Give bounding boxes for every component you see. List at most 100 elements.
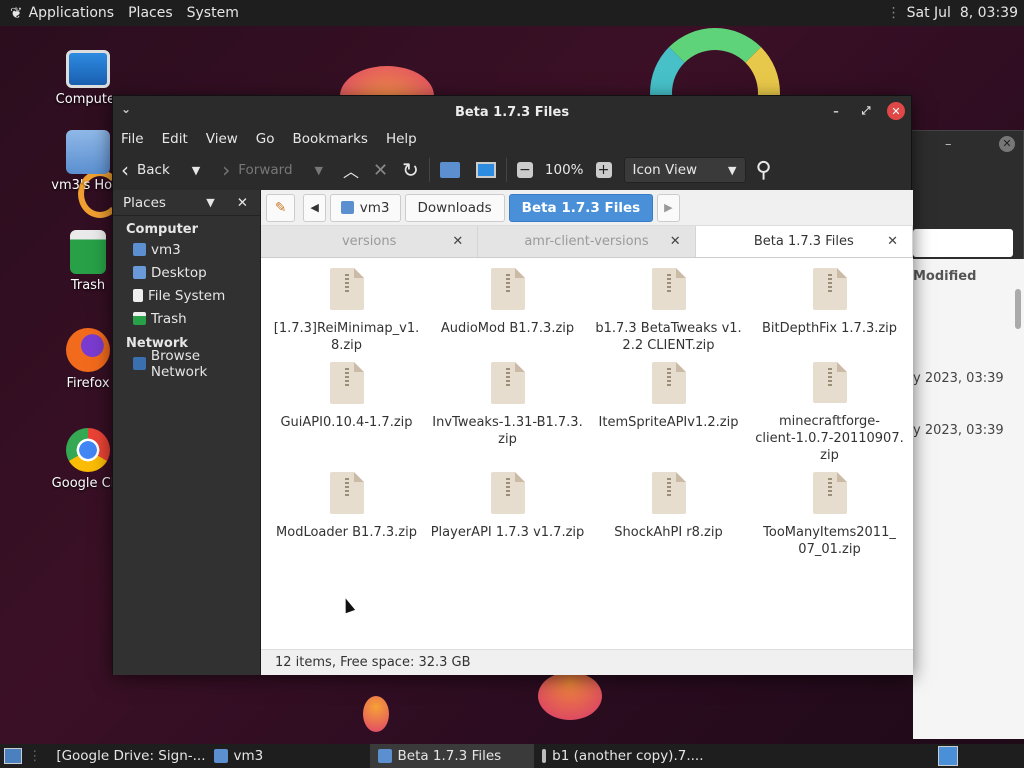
network-icon: [133, 357, 146, 370]
stop-icon[interactable]: ✕: [373, 160, 388, 181]
edit-location-button[interactable]: ✎: [266, 193, 296, 222]
sidebar-item-trash[interactable]: Trash: [113, 307, 260, 330]
menu-help[interactable]: Help: [386, 131, 417, 147]
status-text: 12 items, Free space: 32.3 GB: [275, 655, 471, 670]
background-window[interactable]: – ✕ Modified y 2023, 03:39 y 2023, 03:39: [900, 130, 1024, 739]
back-window-controls: –: [945, 137, 952, 152]
file-item[interactable]: BitDepthFix 1.7.3.zip: [749, 260, 910, 354]
clock[interactable]: ⋮ Sat Jul 8, 03:39: [887, 5, 1018, 21]
file-item[interactable]: minecraftforge- client-1.0.7-20110907. z…: [749, 354, 910, 464]
close-sidebar-icon[interactable]: ✕: [237, 195, 248, 211]
sidebar-title[interactable]: Places: [123, 195, 166, 211]
zoom-out-icon[interactable]: −: [516, 162, 533, 178]
close-icon[interactable]: ✕: [887, 102, 905, 120]
taskbar-item-label: Beta 1.7.3 Files: [397, 748, 502, 764]
applications-menu[interactable]: ❦ Applications: [10, 4, 114, 22]
window-menu-icon[interactable]: ⌄: [121, 102, 131, 116]
tab-amr-client-versions[interactable]: amr-client-versions ✕: [478, 226, 696, 257]
file-item[interactable]: [1.7.3]ReiMinimap_v1. 8.zip: [266, 260, 427, 354]
taskbar-item-label: b1 (another copy).7....: [552, 748, 704, 764]
file-view: ✎ ◀ vm3 Downloads Beta 1.7.3 Files ▶ ver…: [261, 190, 913, 675]
close-tab-icon[interactable]: ✕: [670, 234, 681, 249]
back-window-search[interactable]: [913, 229, 1013, 257]
menu-go[interactable]: Go: [256, 131, 275, 147]
taskbar-separator: ⋮: [28, 748, 42, 764]
applications-label: Applications: [28, 5, 115, 21]
sidebar: Places ▼ ✕ Computer vm3 Desktop File Sys…: [113, 190, 261, 675]
close-tab-icon[interactable]: ✕: [452, 234, 463, 249]
file-item[interactable]: AudioMod B1.7.3.zip: [427, 260, 588, 354]
file-name: b1.7.3 BetaTweaks v1. 2.2 CLIENT.zip: [595, 321, 742, 353]
scrollbar[interactable]: [1015, 289, 1021, 329]
reload-icon[interactable]: ↻: [402, 158, 419, 182]
sidebar-item-filesystem[interactable]: File System: [113, 284, 260, 307]
tab-versions[interactable]: versions ✕: [261, 226, 479, 257]
places-menu[interactable]: Places: [128, 5, 173, 21]
close-icon[interactable]: ✕: [999, 136, 1015, 152]
taskbar-item-label: vm3: [233, 748, 264, 764]
sidebar-item-label: Desktop: [151, 264, 207, 281]
file-manager-window[interactable]: ⌄ Beta 1.7.3 Files – ⤢ ✕ File Edit View …: [112, 95, 913, 675]
path-scroll-right-button[interactable]: ▶: [657, 193, 680, 222]
taskbar-item-vm3[interactable]: vm3: [206, 744, 370, 768]
monitor-icon: [66, 50, 110, 88]
path-crumb-current[interactable]: Beta 1.7.3 Files: [508, 193, 654, 222]
taskbar-item-beta-files[interactable]: Beta 1.7.3 Files: [369, 744, 534, 768]
path-scroll-left-button[interactable]: ◀: [303, 193, 326, 222]
menu-file[interactable]: File: [121, 131, 144, 147]
gnome-foot-icon: ❦: [10, 4, 23, 22]
file-item[interactable]: TooManyItems2011_ 07_01.zip: [749, 464, 910, 558]
sidebar-item-vm3[interactable]: vm3: [113, 238, 260, 261]
maximize-icon[interactable]: ⤢: [857, 102, 875, 120]
minimize-icon[interactable]: –: [827, 102, 845, 120]
file-item[interactable]: ModLoader B1.7.3.zip: [266, 464, 427, 558]
chevron-down-icon[interactable]: ▼: [206, 196, 214, 209]
taskbar-item-chrome[interactable]: [Google Drive: Sign-...: [42, 744, 206, 768]
taskbar-item-label: [Google Drive: Sign-...: [56, 748, 206, 764]
back-history-dropdown-icon[interactable]: ▼: [192, 164, 200, 177]
zip-file-icon: [812, 362, 847, 403]
crumb-label: Downloads: [417, 199, 492, 216]
path-crumb-downloads[interactable]: Downloads: [404, 193, 505, 222]
path-crumb-vm3[interactable]: vm3: [329, 193, 401, 222]
trash-icon: [133, 312, 146, 325]
pencil-icon: ✎: [275, 199, 287, 216]
system-menu[interactable]: System: [187, 5, 239, 21]
crumb-label: vm3: [359, 199, 390, 216]
up-icon[interactable]: ︿: [343, 158, 359, 182]
back-label: Back: [137, 162, 170, 178]
tab-beta-files[interactable]: Beta 1.7.3 Files ✕: [695, 226, 913, 257]
sidebar-item-desktop[interactable]: Desktop: [113, 261, 260, 284]
places-label: Places: [128, 5, 173, 21]
computer-icon[interactable]: [475, 162, 496, 178]
back-button[interactable]: ‹ Back: [121, 158, 170, 182]
file-item[interactable]: ItemSpriteAPIv1.2.zip: [588, 354, 749, 448]
chevron-down-icon: ▼: [728, 163, 737, 177]
sidebar-section-computer: Computer: [126, 222, 199, 237]
search-icon[interactable]: ⚲: [756, 158, 772, 183]
top-panel: ❦ Applications Places System ⋮ Sat Jul 8…: [0, 0, 1024, 26]
title-bar[interactable]: ⌄ Beta 1.7.3 Files – ⤢ ✕: [113, 96, 911, 128]
file-item[interactable]: ShockAhPI r8.zip: [588, 464, 749, 558]
zoom-in-icon[interactable]: +: [595, 162, 612, 178]
show-desktop-icon[interactable]: [4, 748, 22, 764]
sidebar-item-browse-network[interactable]: Browse Network: [113, 348, 260, 380]
taskbar-item-archive[interactable]: b1 (another copy).7....: [534, 744, 704, 768]
menu-edit[interactable]: Edit: [162, 131, 188, 147]
close-tab-icon[interactable]: ✕: [887, 234, 898, 249]
modified-column-header[interactable]: Modified: [913, 269, 976, 284]
file-item[interactable]: GuiAPI0.10.4-1.7.zip: [266, 354, 427, 448]
view-mode-select[interactable]: Icon View ▼: [623, 157, 746, 183]
workspace-switcher[interactable]: [938, 746, 958, 766]
home-folder-icon[interactable]: [439, 162, 460, 178]
zip-file-icon: [812, 268, 847, 310]
zip-file-icon: [490, 268, 525, 310]
forward-button[interactable]: › Forward: [222, 158, 292, 182]
file-item[interactable]: InvTweaks-1.31-B1.7.3. zip: [427, 354, 588, 448]
menu-bookmarks[interactable]: Bookmarks: [293, 131, 368, 147]
archive-icon: [541, 749, 547, 763]
file-item[interactable]: PlayerAPI 1.7.3 v1.7.zip: [427, 464, 588, 558]
menu-view[interactable]: View: [206, 131, 238, 147]
forward-history-dropdown-icon[interactable]: ▼: [315, 164, 323, 177]
file-item[interactable]: b1.7.3 BetaTweaks v1. 2.2 CLIENT.zip: [588, 260, 749, 354]
